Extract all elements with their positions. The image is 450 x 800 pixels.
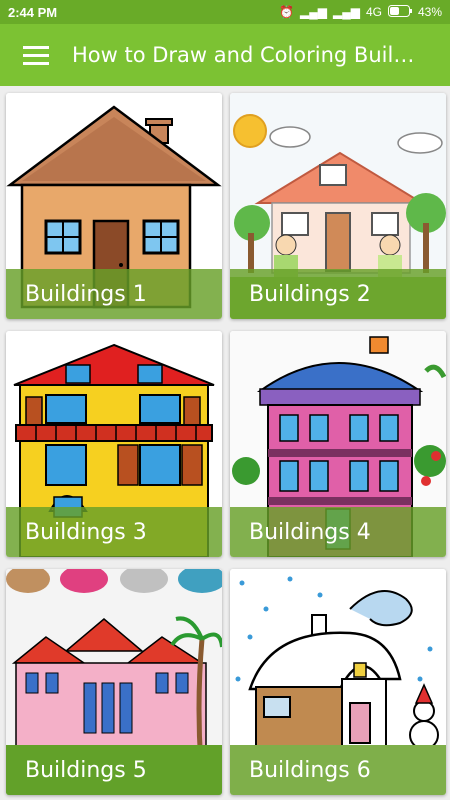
signal-icon: ▂▄▆	[300, 5, 327, 19]
battery-percent: 43%	[417, 5, 442, 19]
app-title: How to Draw and Coloring Buildings	[72, 43, 422, 67]
menu-icon	[23, 46, 49, 65]
card-label: Buildings 2	[230, 269, 446, 319]
app-bar: How to Draw and Coloring Buildings	[0, 24, 450, 86]
card-buildings-1[interactable]: Buildings 1	[6, 93, 222, 319]
buildings-grid: Buildings 1 Buildings 2 Buildings 3 Buil…	[0, 86, 450, 800]
signal-icon-2: ▂▄▆	[332, 5, 360, 19]
card-buildings-4[interactable]: Buildings 4	[230, 331, 446, 557]
card-buildings-5[interactable]: Buildings 5	[6, 569, 222, 795]
battery-icon	[387, 4, 412, 20]
card-label: Buildings 1	[6, 269, 222, 319]
card-label: Buildings 3	[6, 507, 222, 557]
card-label: Buildings 5	[6, 745, 222, 795]
card-buildings-3[interactable]: Buildings 3	[6, 331, 222, 557]
status-bar: 2:44 PM ⏰ ▂▄▆ ▂▄▆ 4G 43%	[0, 0, 450, 24]
alarm-icon: ⏰	[279, 5, 295, 19]
card-buildings-2[interactable]: Buildings 2	[230, 93, 446, 319]
card-label: Buildings 4	[230, 507, 446, 557]
card-label: Buildings 6	[230, 745, 446, 795]
network-type: 4G	[365, 5, 382, 19]
status-time: 2:44 PM	[8, 4, 58, 20]
card-buildings-6[interactable]: Buildings 6	[230, 569, 446, 795]
hamburger-menu-button[interactable]	[0, 24, 72, 86]
